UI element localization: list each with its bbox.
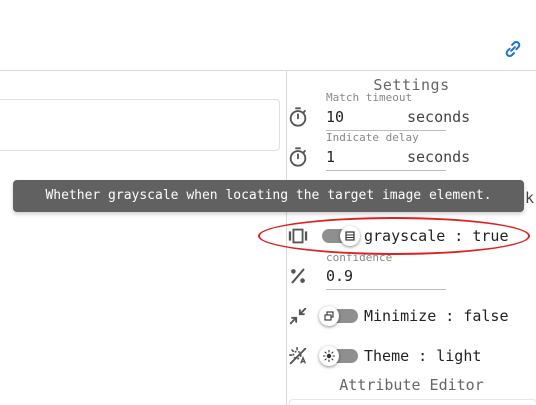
indicate-delay-input[interactable]: 1 (326, 148, 335, 166)
grayscale-toggle-thumb[interactable] (340, 226, 360, 246)
link-icon[interactable] (502, 38, 524, 60)
match-timeout-label: Match timeout (326, 91, 413, 104)
percent-icon (291, 268, 305, 284)
confidence-underline (326, 289, 446, 290)
minimize-toggle-thumb[interactable] (319, 306, 339, 326)
tooltip-hidden-text: k (525, 189, 535, 207)
match-timeout-input[interactable]: 10 (326, 108, 344, 126)
left-pane (0, 71, 286, 405)
attribute-editor-title: Attribute Editor (339, 376, 484, 394)
view-carousel-icon (288, 228, 308, 244)
confidence-label: confidence (326, 251, 393, 264)
grayscale-toggle[interactable] (322, 226, 360, 246)
attribute-editor-panel (289, 399, 536, 405)
sun-icon (323, 350, 335, 362)
match-timeout-unit: seconds (407, 108, 471, 126)
indicate-delay-underline (326, 170, 446, 171)
theme-toggle-thumb[interactable] (319, 346, 339, 366)
timer-icon (289, 107, 307, 127)
grayscale-thumb-icon (345, 231, 355, 241)
window-minimize-icon (324, 311, 334, 321)
confidence-input[interactable]: 0.9 (326, 267, 353, 285)
grayscale-label: grayscale : true (364, 227, 509, 245)
indicate-delay-unit: seconds (407, 148, 471, 166)
minimize-toggle[interactable] (319, 306, 358, 326)
indicate-delay-label: Indicate delay (326, 131, 419, 144)
theme-label: Theme : light (364, 347, 482, 365)
left-input-box[interactable] (0, 99, 280, 151)
timer-icon (289, 147, 307, 167)
theme-auto-icon (288, 346, 307, 365)
top-bar (0, 0, 536, 70)
settings-panel: Settings Match timeout 10 seconds Indica… (287, 71, 536, 405)
theme-toggle[interactable] (319, 346, 358, 366)
minimize-label: Minimize : false (364, 307, 509, 325)
minimize-arrows-icon (289, 307, 307, 325)
grayscale-tooltip: Whether grayscale when locating the targ… (13, 180, 524, 212)
